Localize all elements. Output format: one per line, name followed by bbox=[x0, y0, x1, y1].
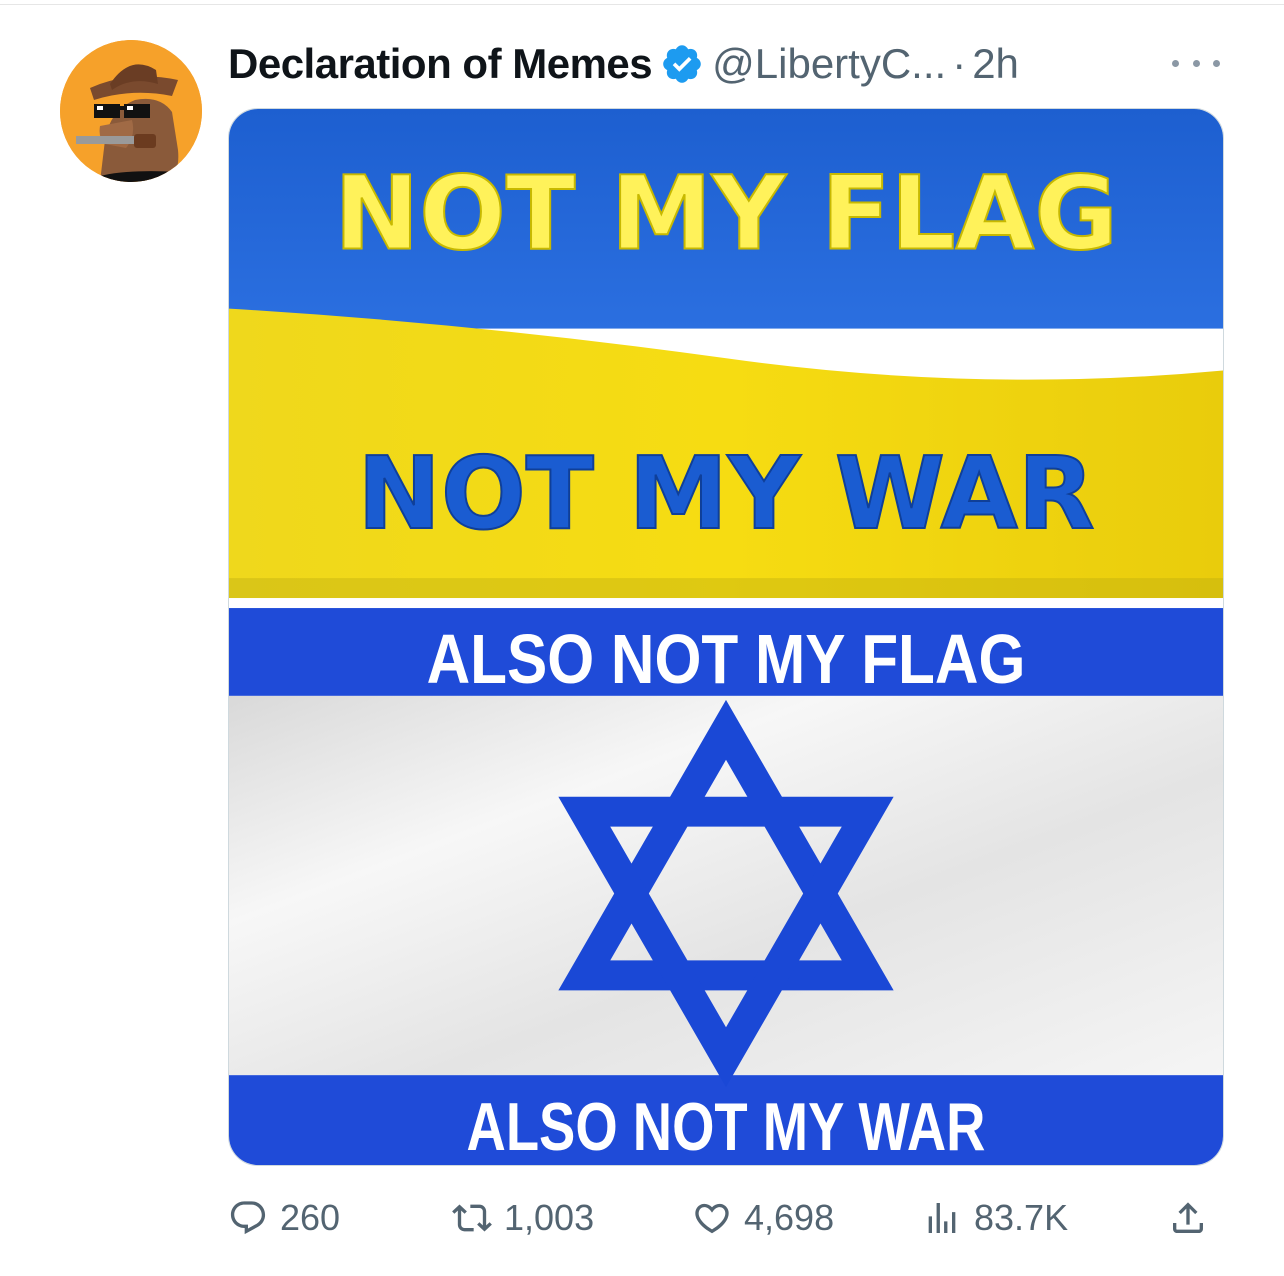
display-name[interactable]: Declaration of Memes bbox=[228, 40, 653, 88]
post-media-image[interactable]: NOT MY FLAG NOT MY WAR ALSO NOT MY FLAG … bbox=[228, 108, 1224, 1166]
avatar[interactable] bbox=[60, 40, 202, 182]
meme-top-line-1: NOT MY FLAG bbox=[334, 156, 1118, 274]
more-dot bbox=[1213, 59, 1220, 67]
more-horizontal-icon[interactable] bbox=[1168, 48, 1224, 78]
heart-icon bbox=[695, 1203, 729, 1234]
more-dot bbox=[1172, 59, 1179, 67]
share-upload-icon bbox=[1173, 1202, 1203, 1233]
reply-count: 260 bbox=[280, 1197, 341, 1238]
retweet-button[interactable]: 1,003 bbox=[452, 1190, 594, 1246]
reply-button[interactable]: 260 bbox=[228, 1190, 340, 1246]
share-button[interactable] bbox=[1168, 1190, 1208, 1246]
retweet-icon bbox=[452, 1204, 492, 1232]
meme-bottom-line-2: ALSO NOT MY WAR bbox=[467, 1090, 986, 1165]
verified-badge-icon[interactable] bbox=[660, 42, 704, 86]
top-divider bbox=[0, 4, 1284, 5]
horse-cowboy-sunglasses-avatar-icon bbox=[60, 40, 202, 182]
views-count: 83.7K bbox=[974, 1197, 1069, 1238]
post-actions-bar: 260 1,003 4,698 83.7K bbox=[228, 1190, 1224, 1246]
post-timestamp[interactable]: 2h bbox=[972, 40, 1019, 88]
meme-image: NOT MY FLAG NOT MY WAR ALSO NOT MY FLAG … bbox=[229, 109, 1223, 1165]
like-button[interactable]: 4,698 bbox=[692, 1190, 834, 1246]
like-count: 4,698 bbox=[744, 1197, 835, 1238]
user-handle[interactable]: @LibertyC... bbox=[712, 40, 946, 88]
post-header: Declaration of Memes @LibertyC... · 2h bbox=[228, 36, 1019, 92]
views-bar-chart-icon bbox=[928, 1203, 956, 1233]
more-dot bbox=[1192, 59, 1200, 67]
reply-icon bbox=[230, 1201, 266, 1235]
meme-bottom-line-1: ALSO NOT MY FLAG bbox=[427, 620, 1026, 698]
separator-dot: · bbox=[952, 40, 967, 87]
meme-top-line-2: NOT MY WAR bbox=[357, 435, 1094, 552]
views-button[interactable]: 83.7K bbox=[922, 1190, 1068, 1246]
retweet-count: 1,003 bbox=[504, 1197, 595, 1238]
